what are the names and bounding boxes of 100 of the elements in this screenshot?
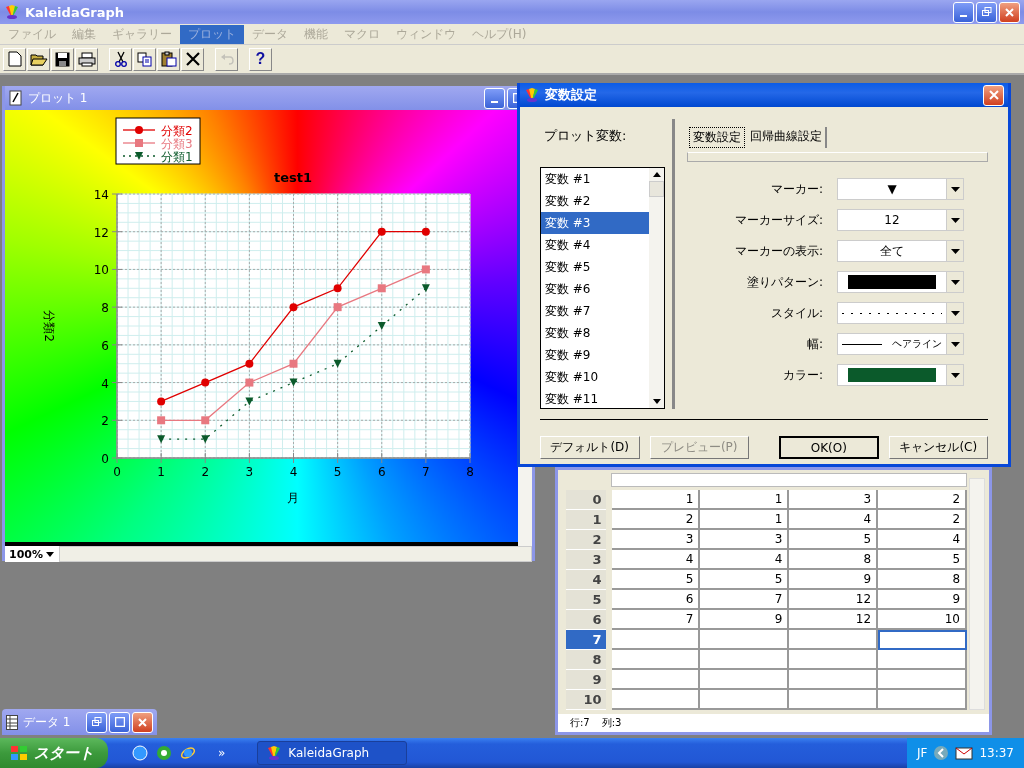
tab[interactable]: 変数設定 — [689, 127, 745, 148]
scroll-down-icon[interactable] — [652, 399, 661, 404]
table-cell[interactable] — [878, 690, 967, 710]
table-cell[interactable]: 4 — [789, 510, 879, 530]
toolbar-button[interactable] — [181, 47, 204, 71]
variable-list-item[interactable]: 変数 #7 — [541, 300, 649, 322]
dropdown-field[interactable]: ▼ — [837, 178, 964, 200]
table-cell[interactable] — [789, 650, 879, 670]
table-cell[interactable]: 8 — [878, 570, 967, 590]
table-cell[interactable] — [611, 690, 701, 710]
row-number[interactable]: 0 — [566, 490, 606, 510]
chevron-left-icon[interactable] — [933, 745, 950, 761]
table-cell[interactable] — [878, 650, 967, 670]
scroll-thumb[interactable] — [649, 181, 664, 197]
dropdown-field[interactable] — [837, 364, 964, 386]
help-button[interactable]: ? — [249, 47, 272, 71]
table-cell[interactable]: 3 — [789, 490, 879, 510]
toolbar-button[interactable] — [27, 47, 50, 71]
variable-list-item[interactable]: 変数 #5 — [541, 256, 649, 278]
variable-list-item[interactable]: 変数 #11 — [541, 388, 649, 410]
variable-list-item[interactable]: 変数 #6 — [541, 278, 649, 300]
dropdown-field[interactable]: 全て — [837, 240, 964, 262]
table-cell[interactable]: 7 — [611, 610, 701, 630]
more-chevron[interactable]: » — [218, 746, 226, 760]
table-cell[interactable]: 1 — [611, 490, 701, 510]
close-button[interactable] — [983, 84, 1004, 106]
row-number[interactable]: 4 — [566, 570, 606, 590]
table-cell[interactable]: 12 — [789, 610, 879, 630]
table-cell[interactable] — [789, 670, 879, 690]
table-cell[interactable]: 3 — [700, 530, 790, 550]
table-cell[interactable]: 2 — [611, 510, 701, 530]
variable-list-item[interactable]: 変数 #9 — [541, 344, 649, 366]
table-cell[interactable]: 4 — [878, 530, 967, 550]
row-number[interactable]: 7 — [566, 630, 606, 650]
dialog-button[interactable]: OK(O) — [779, 436, 879, 459]
row-number[interactable]: 3 — [566, 550, 606, 570]
table-cell[interactable]: 9 — [700, 610, 790, 630]
table-cell[interactable]: 8 — [789, 550, 879, 570]
toolbar-button[interactable] — [157, 47, 180, 71]
dialog-button[interactable]: デフォルト(D) — [540, 436, 640, 459]
table-cell[interactable]: 2 — [878, 490, 967, 510]
table-cell[interactable]: 12 — [789, 590, 879, 610]
restore-button[interactable] — [86, 711, 107, 733]
table-cell[interactable]: 10 — [878, 610, 967, 630]
toolbar-button[interactable] — [51, 47, 74, 71]
table-cell[interactable]: 7 — [700, 590, 790, 610]
table-cell[interactable]: 5 — [789, 530, 879, 550]
dropdown-field[interactable]: ヘアライン — [837, 333, 964, 355]
tab[interactable]: 回帰曲線設定 — [747, 127, 827, 148]
table-cell[interactable] — [789, 690, 879, 710]
table-cell[interactable] — [700, 650, 790, 670]
list-scrollbar[interactable] — [649, 168, 664, 408]
table-cell[interactable]: 3 — [611, 530, 701, 550]
table-cell[interactable] — [878, 630, 967, 650]
dropdown-field[interactable] — [837, 302, 964, 324]
toolbar-button[interactable] — [109, 47, 132, 71]
restore-button[interactable] — [976, 1, 997, 23]
variable-list-item[interactable]: 変数 #4 — [541, 234, 649, 256]
row-number[interactable]: 9 — [566, 670, 606, 690]
browser-e-icon[interactable] — [180, 745, 196, 761]
row-number[interactable]: 1 — [566, 510, 606, 530]
variable-list-item[interactable]: 変数 #8 — [541, 322, 649, 344]
variable-list-item[interactable]: 変数 #1 — [541, 168, 649, 190]
table-cell[interactable]: 4 — [611, 550, 701, 570]
table-cell[interactable] — [700, 690, 790, 710]
table-cell[interactable] — [700, 670, 790, 690]
globe-icon[interactable] — [132, 745, 148, 761]
table-cell[interactable]: 6 — [611, 590, 701, 610]
variable-list-item[interactable]: 変数 #10 — [541, 366, 649, 388]
row-number[interactable]: 10 — [566, 690, 606, 710]
table-cell[interactable]: 1 — [700, 490, 790, 510]
table-cell[interactable]: 2 — [878, 510, 967, 530]
table-cell[interactable]: 5 — [611, 570, 701, 590]
dialog-button[interactable]: キャンセル(C) — [888, 436, 988, 459]
dropdown-field[interactable] — [837, 271, 964, 293]
row-number[interactable]: 6 — [566, 610, 606, 630]
table-cell[interactable] — [700, 630, 790, 650]
variable-list-item[interactable]: 変数 #2 — [541, 190, 649, 212]
maximize-button[interactable] — [109, 711, 130, 733]
table-cell[interactable] — [611, 650, 701, 670]
scroll-up-icon[interactable] — [652, 172, 661, 177]
table-cell[interactable]: 5 — [878, 550, 967, 570]
close-button[interactable] — [132, 711, 153, 733]
start-button[interactable]: スタート — [0, 738, 108, 768]
table-cell[interactable] — [611, 670, 701, 690]
dropdown-field[interactable]: 12 — [837, 209, 964, 231]
table-cell[interactable]: 9 — [789, 570, 879, 590]
zoom-dropdown[interactable]: 100% — [5, 546, 59, 562]
variable-list-item[interactable]: 変数 #3 — [541, 212, 649, 234]
minimize-button[interactable] — [953, 1, 974, 23]
table-cell[interactable]: 1 — [700, 510, 790, 530]
horizontal-scrollbar[interactable] — [59, 546, 532, 562]
close-button[interactable] — [999, 1, 1020, 23]
envelope-icon[interactable] — [955, 746, 974, 760]
table-cell[interactable] — [789, 630, 879, 650]
table-cell[interactable] — [611, 630, 701, 650]
toolbar-button[interactable] — [75, 47, 98, 71]
table-cell[interactable]: 4 — [700, 550, 790, 570]
row-number[interactable]: 5 — [566, 590, 606, 610]
row-number[interactable]: 2 — [566, 530, 606, 550]
